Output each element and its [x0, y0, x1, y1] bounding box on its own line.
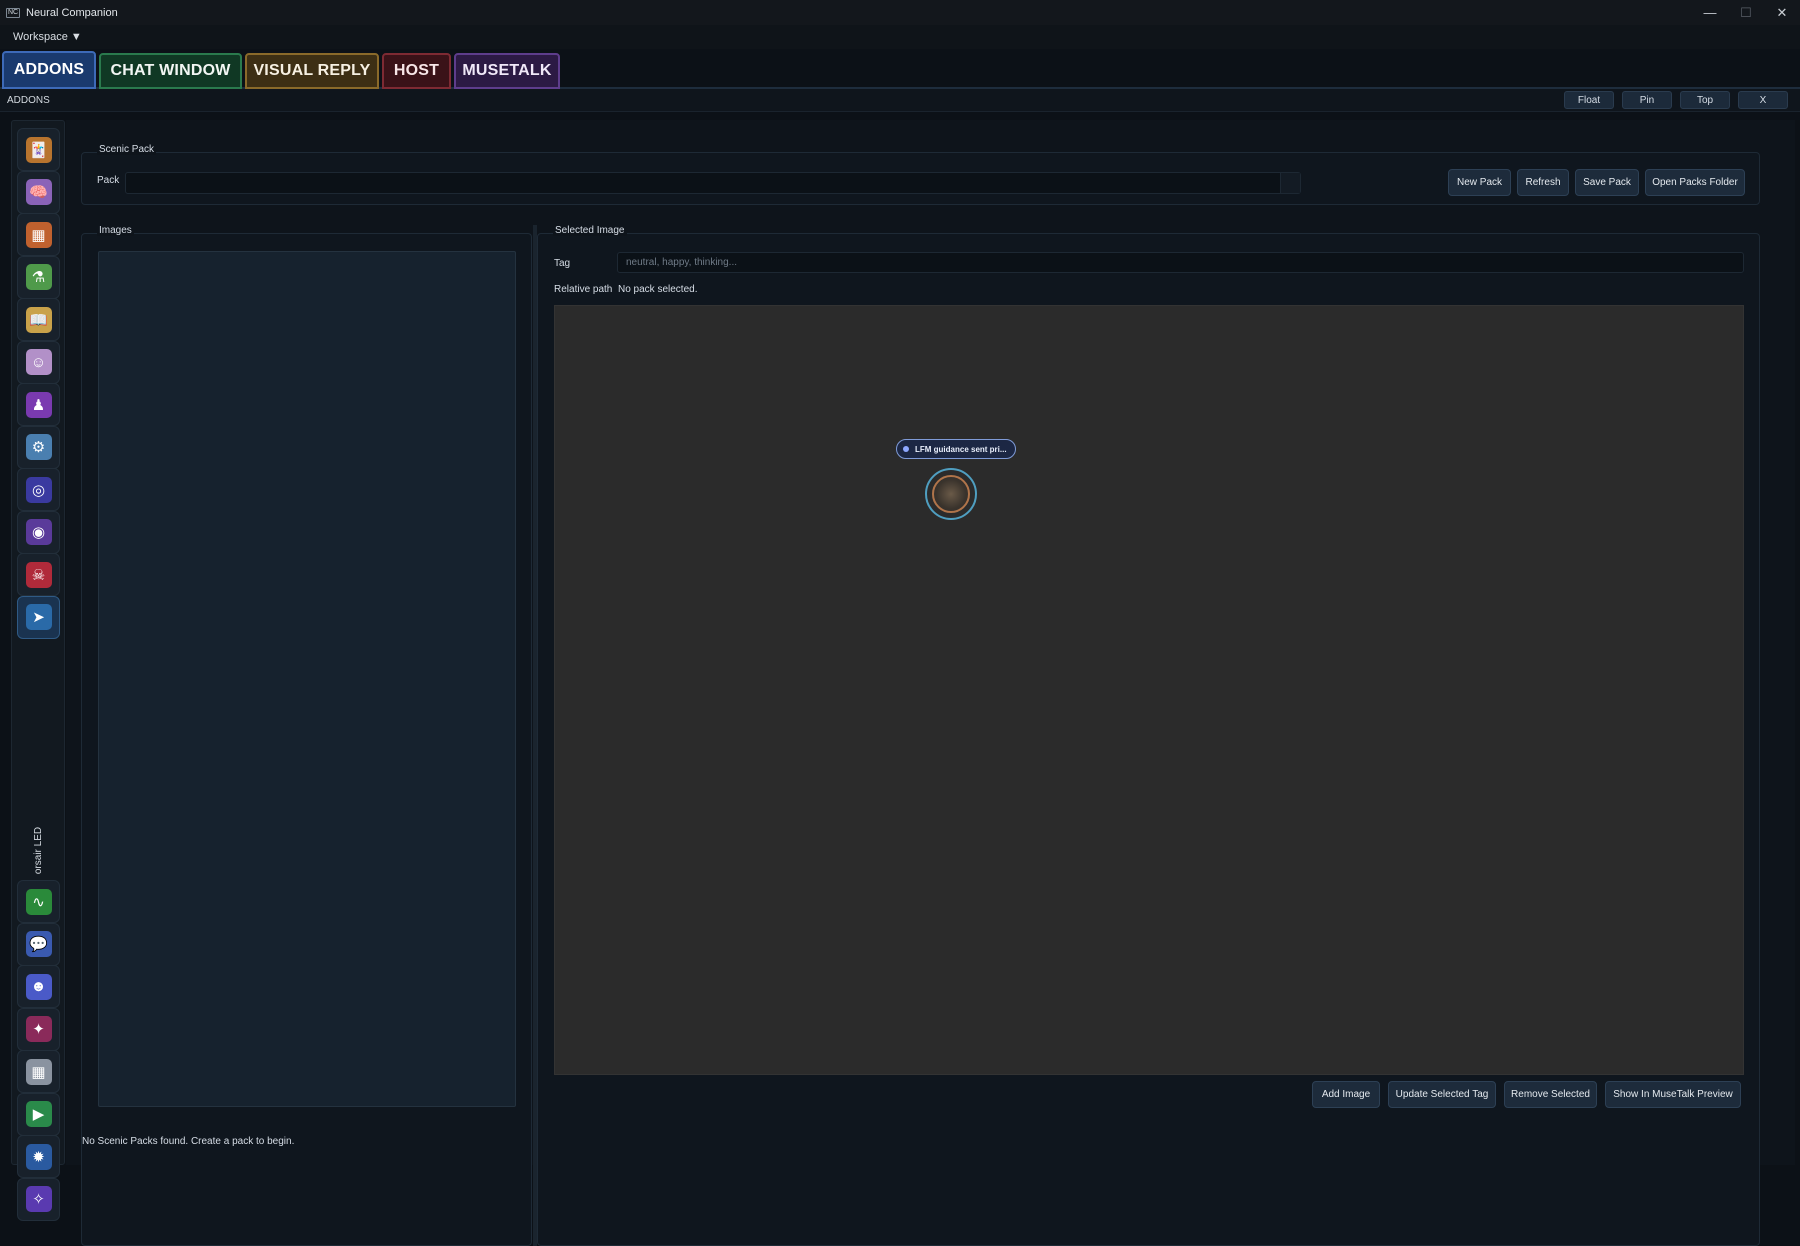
character-cards-icon: 🃏 — [25, 136, 52, 163]
sidebar-item-robot-chip[interactable]: ⚙ — [17, 425, 60, 469]
pin-button[interactable]: Pin — [1622, 91, 1672, 109]
sparkle-icon: ✦ — [25, 1016, 52, 1042]
tab-host[interactable]: HOST — [382, 53, 451, 89]
target-orb-icon: ◎ — [25, 476, 52, 503]
lab-flask-icon: ⚗ — [25, 264, 52, 290]
sidebar-item-demon[interactable]: ☠ — [17, 553, 60, 596]
sidebar-item-play-circle[interactable]: ▶ — [17, 1092, 60, 1136]
cursor-screen-icon: ➤ — [25, 604, 52, 630]
images-list[interactable] — [98, 251, 516, 1107]
sidebar-item-brain[interactable]: 🧠 — [17, 170, 60, 214]
sidebar-item-ring-orb[interactable]: ◉ — [17, 510, 60, 554]
dock-close-button[interactable]: X — [1738, 91, 1788, 109]
app-logo-icon: NC — [6, 7, 20, 18]
tab-addons[interactable]: ADDONS — [2, 51, 96, 89]
dashboard-icon: ▦ — [25, 221, 52, 248]
workspace-menu[interactable]: Workspace ▼ — [13, 31, 82, 43]
addons-sidebar: orsair LED 🃏 🧠 ▦ ⚗ 📖 ☺ ♟ ⚙ ◎ ◉ ☠ ➤ ∿ 💬 ☻ ✦ ▦ ▶ ✹ ✧ — [11, 120, 65, 1221]
scenic-pack-title: Scenic Pack — [97, 144, 157, 155]
sidebar-item-pulse[interactable]: ∿ — [17, 880, 60, 923]
relative-path-value: No pack selected. — [618, 284, 698, 295]
dock-buttons: Float Pin Top X — [1564, 91, 1788, 109]
dock-title: ADDONS — [7, 94, 50, 106]
images-title: Images — [97, 225, 134, 236]
guidance-notification-pill[interactable]: LFM guidance sent pri... — [896, 439, 1016, 459]
tab-visual-reply[interactable]: VISUAL REPLY — [245, 53, 379, 89]
window-title: Neural Companion — [26, 6, 118, 19]
corsair-led-label: orsair LED — [33, 826, 44, 874]
window-controls: — ☐ ✕ — [1692, 0, 1800, 25]
add-image-button[interactable]: Add Image — [1312, 1081, 1380, 1108]
close-window-button[interactable]: ✕ — [1764, 0, 1800, 25]
sidebar-item-gear-bot[interactable]: ✹ — [17, 1135, 60, 1178]
tab-musetalk[interactable]: MUSETALK — [454, 53, 560, 89]
tab-chat-window[interactable]: CHAT WINDOW — [99, 53, 242, 89]
selected-image-title: Selected Image — [553, 225, 627, 236]
tag-input[interactable]: neutral, happy, thinking... — [617, 252, 1744, 273]
new-pack-button[interactable]: New Pack — [1448, 169, 1511, 196]
relative-path-label: Relative path — [554, 284, 613, 295]
title-bar: NC Neural Companion — ☐ ✕ — [0, 0, 1800, 25]
puzzle-icon: ✧ — [25, 1186, 52, 1212]
show-in-musetalk-preview-button[interactable]: Show In MuseTalk Preview — [1605, 1081, 1741, 1108]
sidebar-item-mask-face[interactable]: ☺ — [17, 340, 60, 384]
brain-icon: 🧠 — [25, 179, 52, 205]
sidebar-item-chat-bubbles[interactable]: 💬 — [17, 922, 60, 966]
chat-bubbles-icon: 💬 — [25, 931, 52, 957]
guidance-notification-text: LFM guidance sent pri... — [915, 444, 1007, 454]
play-circle-icon: ▶ — [25, 1101, 52, 1127]
pack-select[interactable] — [125, 172, 1301, 194]
sidebar-item-puzzle[interactable]: ✧ — [17, 1177, 60, 1221]
avatar-stage-icon: ♟ — [25, 391, 52, 418]
pack-label: Pack — [97, 175, 120, 186]
open-packs-folder-button[interactable]: Open Packs Folder — [1645, 169, 1745, 196]
sidebar-item-dashboard[interactable]: ▦ — [17, 213, 60, 256]
tag-label: Tag — [554, 258, 571, 269]
sidebar-item-sparkle[interactable]: ✦ — [17, 1007, 60, 1051]
orb-core — [932, 475, 970, 513]
mask-face-icon: ☺ — [25, 349, 52, 375]
sidebar-item-keyboard-grid[interactable]: ▦ — [17, 1050, 60, 1093]
image-preview: LFM guidance sent pri... — [554, 305, 1744, 1075]
float-button[interactable]: Float — [1564, 91, 1614, 109]
notification-dot-icon — [903, 446, 909, 452]
ring-orb-icon: ◉ — [25, 519, 52, 545]
minimize-button[interactable]: — — [1692, 0, 1728, 25]
save-pack-button[interactable]: Save Pack — [1575, 169, 1639, 196]
companion-orb-icon[interactable] — [925, 468, 977, 520]
top-button[interactable]: Top — [1680, 91, 1730, 109]
status-message: No Scenic Packs found. Create a pack to … — [82, 1136, 295, 1147]
addon-content: Scenic Pack Pack New Pack Refresh Save P… — [66, 120, 1795, 1246]
maximize-button[interactable]: ☐ — [1728, 0, 1764, 25]
sidebar-item-character-cards[interactable]: 🃏 — [17, 128, 60, 171]
book-icon: 📖 — [25, 306, 52, 333]
sidebar-item-avatar-stage[interactable]: ♟ — [17, 383, 60, 426]
robot-chip-icon: ⚙ — [25, 434, 52, 460]
chevron-down-icon[interactable] — [1280, 173, 1300, 193]
refresh-button[interactable]: Refresh — [1517, 169, 1569, 196]
keyboard-grid-icon: ▦ — [25, 1058, 52, 1085]
remove-selected-button[interactable]: Remove Selected — [1504, 1081, 1597, 1108]
demon-icon: ☠ — [25, 561, 52, 588]
corsair-led-tab[interactable]: orsair LED — [17, 826, 60, 874]
sidebar-item-target-orb[interactable]: ◎ — [17, 468, 60, 511]
sidebar-item-discord[interactable]: ☻ — [17, 965, 60, 1008]
pulse-icon: ∿ — [25, 888, 52, 915]
dock-header: ADDONS Float Pin Top X — [0, 89, 1800, 112]
update-selected-tag-button[interactable]: Update Selected Tag — [1388, 1081, 1496, 1108]
gear-bot-icon: ✹ — [25, 1143, 52, 1170]
sidebar-item-lab-flask[interactable]: ⚗ — [17, 255, 60, 299]
sidebar-item-book[interactable]: 📖 — [17, 298, 60, 341]
discord-icon: ☻ — [25, 973, 52, 1000]
main-tab-bar: ADDONS CHAT WINDOW VISUAL REPLY HOST MUS… — [0, 49, 1800, 89]
menu-bar: Workspace ▼ — [0, 25, 1800, 49]
sidebar-item-cursor-screen[interactable]: ➤ — [17, 595, 60, 639]
